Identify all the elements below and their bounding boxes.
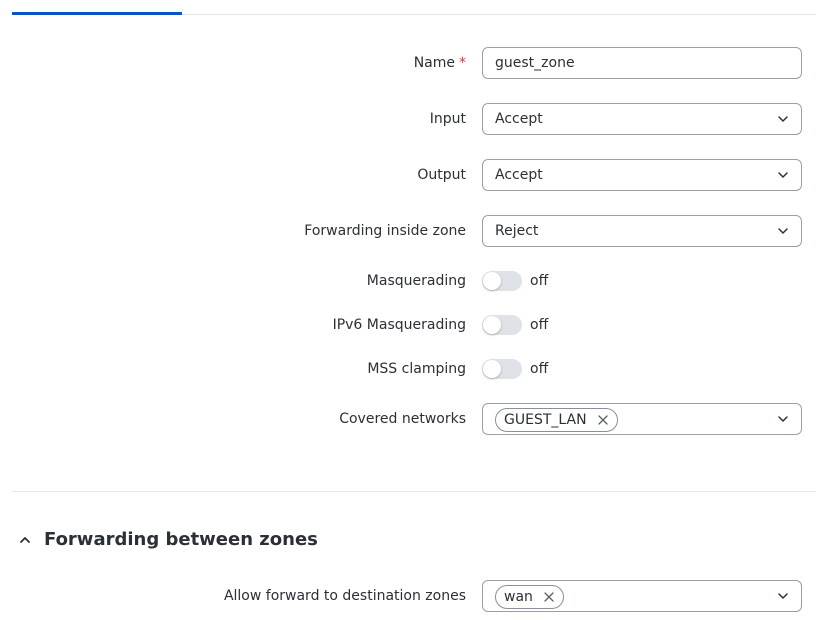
output-label: Output	[417, 167, 466, 183]
forwarding-inside-zone-label: Forwarding inside zone	[304, 223, 466, 239]
zone-chip-label: wan	[504, 589, 533, 605]
input-select-value: Accept	[495, 111, 543, 127]
toggle-knob	[483, 272, 501, 290]
chevron-up-icon[interactable]	[18, 533, 32, 547]
name-label: Name *	[413, 55, 466, 71]
close-icon[interactable]	[544, 592, 554, 602]
required-mark: *	[459, 55, 466, 71]
forwarding-inside-zone-value: Reject	[495, 223, 539, 239]
close-icon[interactable]	[597, 415, 608, 425]
mss-clamping-label: MSS clamping	[367, 361, 466, 377]
network-chip: GUEST_LAN	[495, 408, 618, 432]
covered-networks-select[interactable]: GUEST_LAN	[482, 403, 802, 435]
forwarding-inside-zone-select[interactable]: Reject	[482, 215, 802, 247]
active-tab-indicator	[12, 12, 182, 15]
tab-bar	[12, 0, 816, 15]
name-input[interactable]: guest_zone	[482, 47, 802, 79]
chevron-down-icon	[778, 228, 788, 234]
allow-forward-select[interactable]: wan	[482, 580, 802, 612]
network-chip-label: GUEST_LAN	[504, 412, 587, 428]
allow-forward-label: Allow forward to destination zones	[223, 588, 466, 604]
chevron-down-icon	[778, 416, 788, 422]
mss-clamping-state: off	[530, 361, 549, 377]
ipv6-masquerading-state: off	[530, 317, 549, 333]
mss-clamping-toggle[interactable]	[482, 359, 522, 379]
covered-networks-row: Covered networks GUEST_LAN	[0, 403, 816, 435]
chevron-down-icon	[778, 172, 788, 178]
toggle-knob	[483, 360, 501, 378]
section-title: Forwarding between zones	[44, 529, 318, 550]
masquerading-state: off	[530, 273, 549, 289]
input-select[interactable]: Accept	[482, 103, 802, 135]
toggle-knob	[483, 316, 501, 334]
name-input-value: guest_zone	[495, 55, 575, 71]
input-label: Input	[429, 111, 466, 127]
zone-chip: wan	[495, 585, 564, 609]
chevron-down-icon	[778, 116, 788, 122]
forwarding-inside-zone-row: Forwarding inside zone Reject	[0, 215, 816, 247]
masquerading-label: Masquerading	[366, 273, 466, 289]
covered-networks-label: Covered networks	[339, 411, 466, 427]
output-select-value: Accept	[495, 167, 543, 183]
ipv6-masquerading-label: IPv6 Masquerading	[332, 317, 466, 333]
mss-clamping-row: MSS clamping off	[0, 353, 816, 385]
ipv6-masquerading-row: IPv6 Masquerading off	[0, 309, 816, 341]
chevron-down-icon	[778, 593, 788, 599]
name-row: Name * guest_zone	[0, 47, 816, 79]
masquerading-row: Masquerading off	[0, 265, 816, 297]
input-row: Input Accept	[0, 103, 816, 135]
output-select[interactable]: Accept	[482, 159, 802, 191]
section-divider	[12, 491, 816, 492]
masquerading-toggle[interactable]	[482, 271, 522, 291]
output-row: Output Accept	[0, 159, 816, 191]
allow-forward-row: Allow forward to destination zones wan	[0, 580, 816, 612]
ipv6-masquerading-toggle[interactable]	[482, 315, 522, 335]
